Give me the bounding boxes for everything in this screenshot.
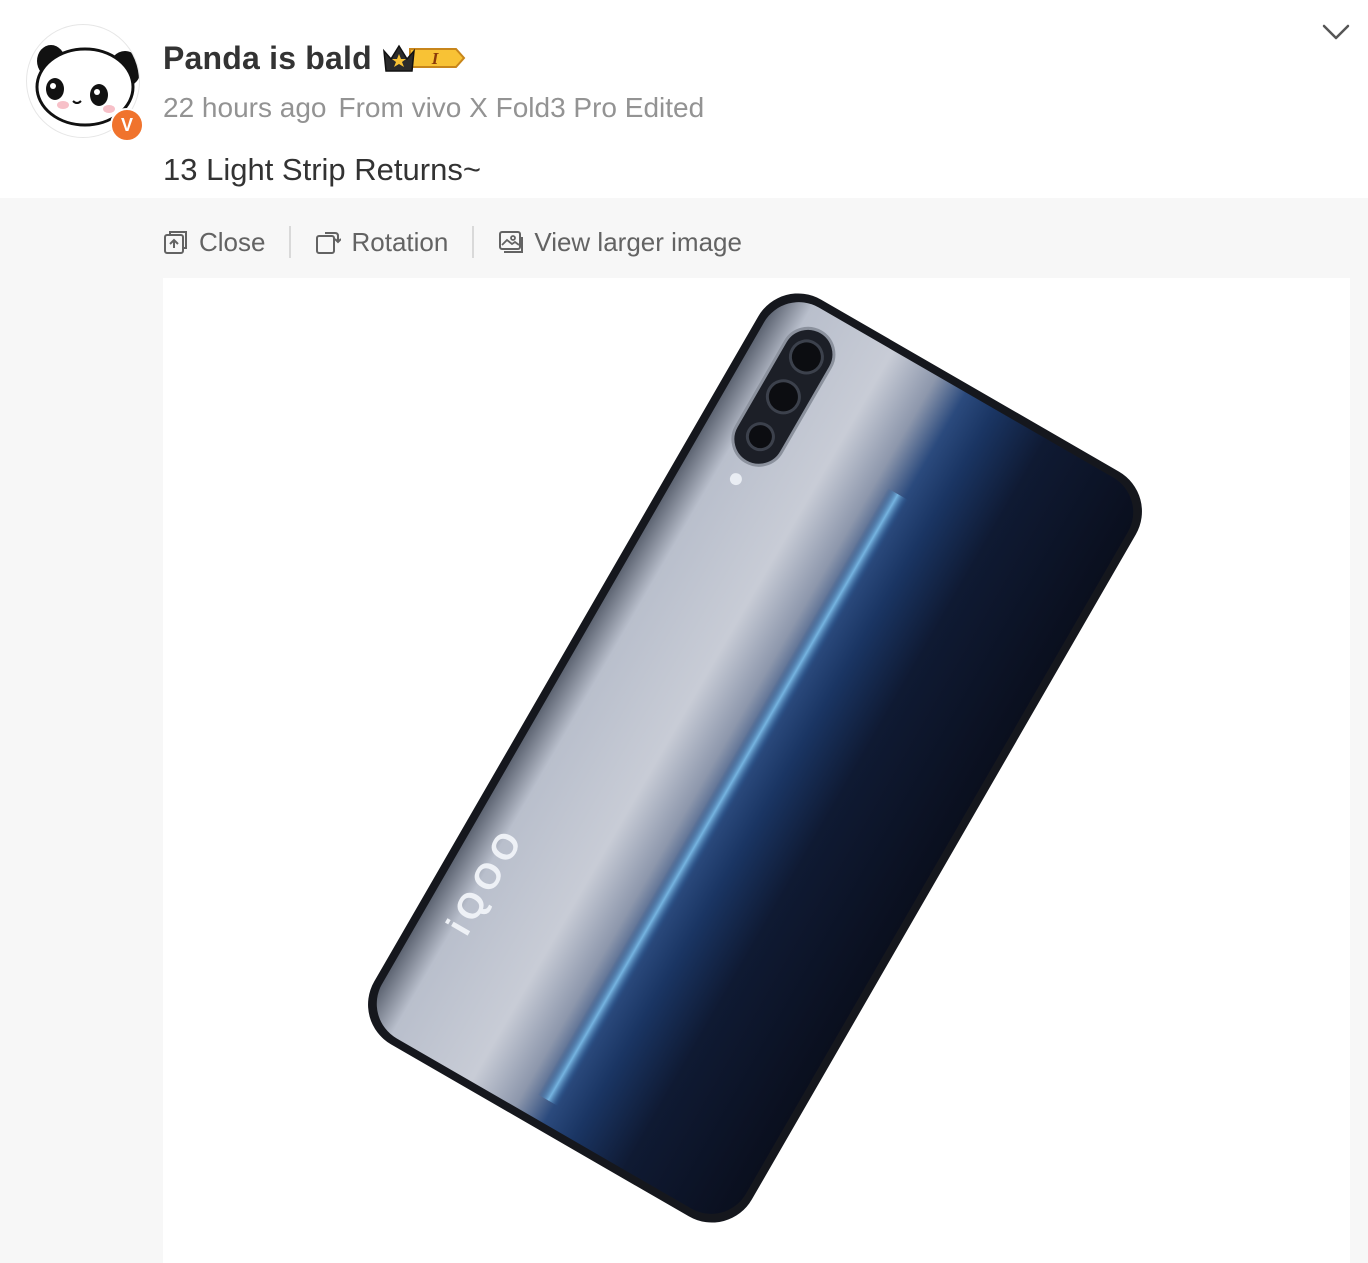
media-toolbar: Close Rotation View larger image [163,222,742,262]
media-panel: Close Rotation View larger image iQOO [0,198,1368,1263]
close-image-button[interactable]: Close [163,227,265,258]
image-icon [499,231,524,253]
rotate-icon [316,232,342,254]
crown-icon: I [382,44,466,72]
post-menu-button[interactable] [1318,18,1354,48]
avatar-container[interactable]: V [26,24,144,142]
post-meta: 22 hours ago From vivo X Fold3 Pro Edite… [163,92,704,124]
post-text: 13 Light Strip Returns~ [163,152,481,187]
verified-badge: V [110,108,144,142]
author-name[interactable]: Panda is bald [163,40,372,77]
close-label: Close [199,226,266,257]
view-larger-image-button[interactable]: View larger image [498,227,742,258]
view-larger-label: View larger image [534,226,742,257]
toolbar-divider [472,226,475,258]
post-image[interactable]: iQOO [163,278,1350,1263]
phone-photo: iQOO [368,293,1142,1223]
toolbar-divider [289,226,292,258]
chevron-down-icon [1322,24,1350,40]
rotation-label: Rotation [351,226,449,257]
rotate-image-button[interactable]: Rotation [315,227,448,258]
vip-badge[interactable]: I [382,41,468,75]
post-source: From vivo X Fold3 Pro Edited [338,92,705,123]
collapse-icon [164,231,187,254]
weibo-post: V Panda is bald I 22 hours ago From vivo… [0,0,1368,1263]
post-time[interactable]: 22 hours ago [163,92,326,124]
author-row: Panda is bald I [163,36,468,80]
